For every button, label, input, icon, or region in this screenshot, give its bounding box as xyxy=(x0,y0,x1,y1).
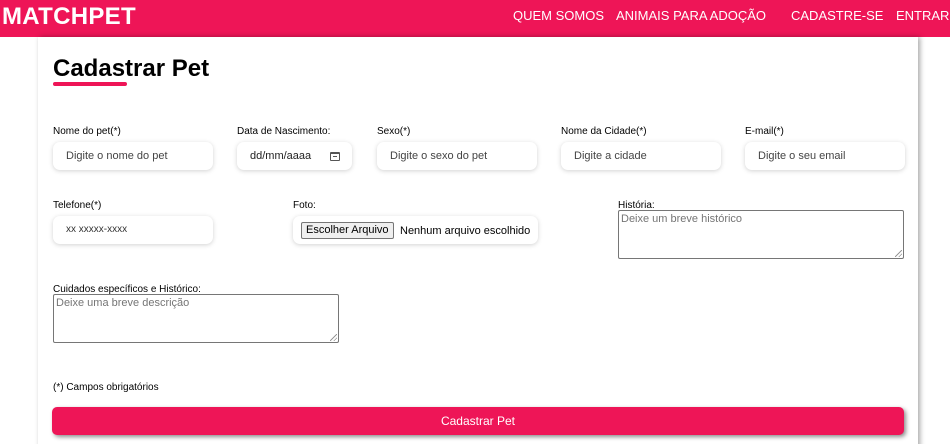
label-nome: Nome do pet(*) xyxy=(53,126,121,137)
label-nascimento: Data de Nascimento: xyxy=(237,126,331,137)
choose-file-button[interactable]: Escolher Arquivo xyxy=(301,222,394,239)
nome-placeholder: Digite o nome do pet xyxy=(66,150,168,162)
historia-textarea[interactable]: Deixe um breve histórico xyxy=(618,210,904,259)
cidade-placeholder: Digite a cidade xyxy=(574,150,647,162)
email-input[interactable]: Digite o seu email xyxy=(745,142,905,170)
label-cidade: Nome da Cidade(*) xyxy=(561,126,647,137)
historia-placeholder: Deixe um breve histórico xyxy=(621,213,743,225)
page-title: Cadastrar Pet xyxy=(53,55,210,82)
nav-link-entrar[interactable]: ENTRAR xyxy=(896,8,949,23)
brand-logo[interactable]: MATCHPET xyxy=(2,3,136,31)
telefone-placeholder: xx xxxxx-xxxx xyxy=(66,224,128,235)
nav-link-quem-somos[interactable]: QUEM SOMOS xyxy=(513,8,604,23)
date-placeholder: dd/mm/aaaa xyxy=(250,150,312,162)
email-placeholder: Digite o seu email xyxy=(758,150,846,162)
calendar-icon[interactable] xyxy=(330,152,340,161)
cuidados-placeholder: Deixe uma breve descrição xyxy=(56,297,190,309)
required-fields-note: (*) Campos obrigatórios xyxy=(53,382,159,393)
file-status-text: Nenhum arquivo escolhido xyxy=(400,225,531,237)
nav-link-animais[interactable]: ANIMAIS PARA ADOÇÃO xyxy=(616,8,766,23)
resize-grip-icon[interactable] xyxy=(895,250,902,257)
nome-input[interactable]: Digite o nome do pet xyxy=(53,142,213,170)
cidade-input[interactable]: Digite a cidade xyxy=(561,142,721,170)
nav-link-cadastre[interactable]: CADASTRE-SE xyxy=(791,8,883,23)
nascimento-date-input[interactable]: dd/mm/aaaa xyxy=(237,142,352,170)
sexo-input[interactable]: Digite o sexo do pet xyxy=(377,142,537,170)
cuidados-textarea[interactable]: Deixe uma breve descrição xyxy=(53,294,339,343)
label-telefone: Telefone(*) xyxy=(53,200,102,211)
label-foto: Foto: xyxy=(293,200,316,211)
submit-button[interactable]: Cadastrar Pet xyxy=(52,407,904,435)
sexo-placeholder: Digite o sexo do pet xyxy=(390,150,488,162)
label-email: E-mail(*) xyxy=(745,126,784,137)
top-navbar: MATCHPET QUEM SOMOS ANIMAIS PARA ADOÇÃO … xyxy=(0,0,950,37)
telefone-input[interactable]: xx xxxxx-xxxx xyxy=(53,216,213,244)
foto-file-input[interactable]: Escolher Arquivo Nenhum arquivo escolhid… xyxy=(293,216,538,244)
resize-grip-icon[interactable] xyxy=(330,334,337,341)
label-sexo: Sexo(*) xyxy=(377,126,411,137)
title-underline xyxy=(53,82,127,86)
